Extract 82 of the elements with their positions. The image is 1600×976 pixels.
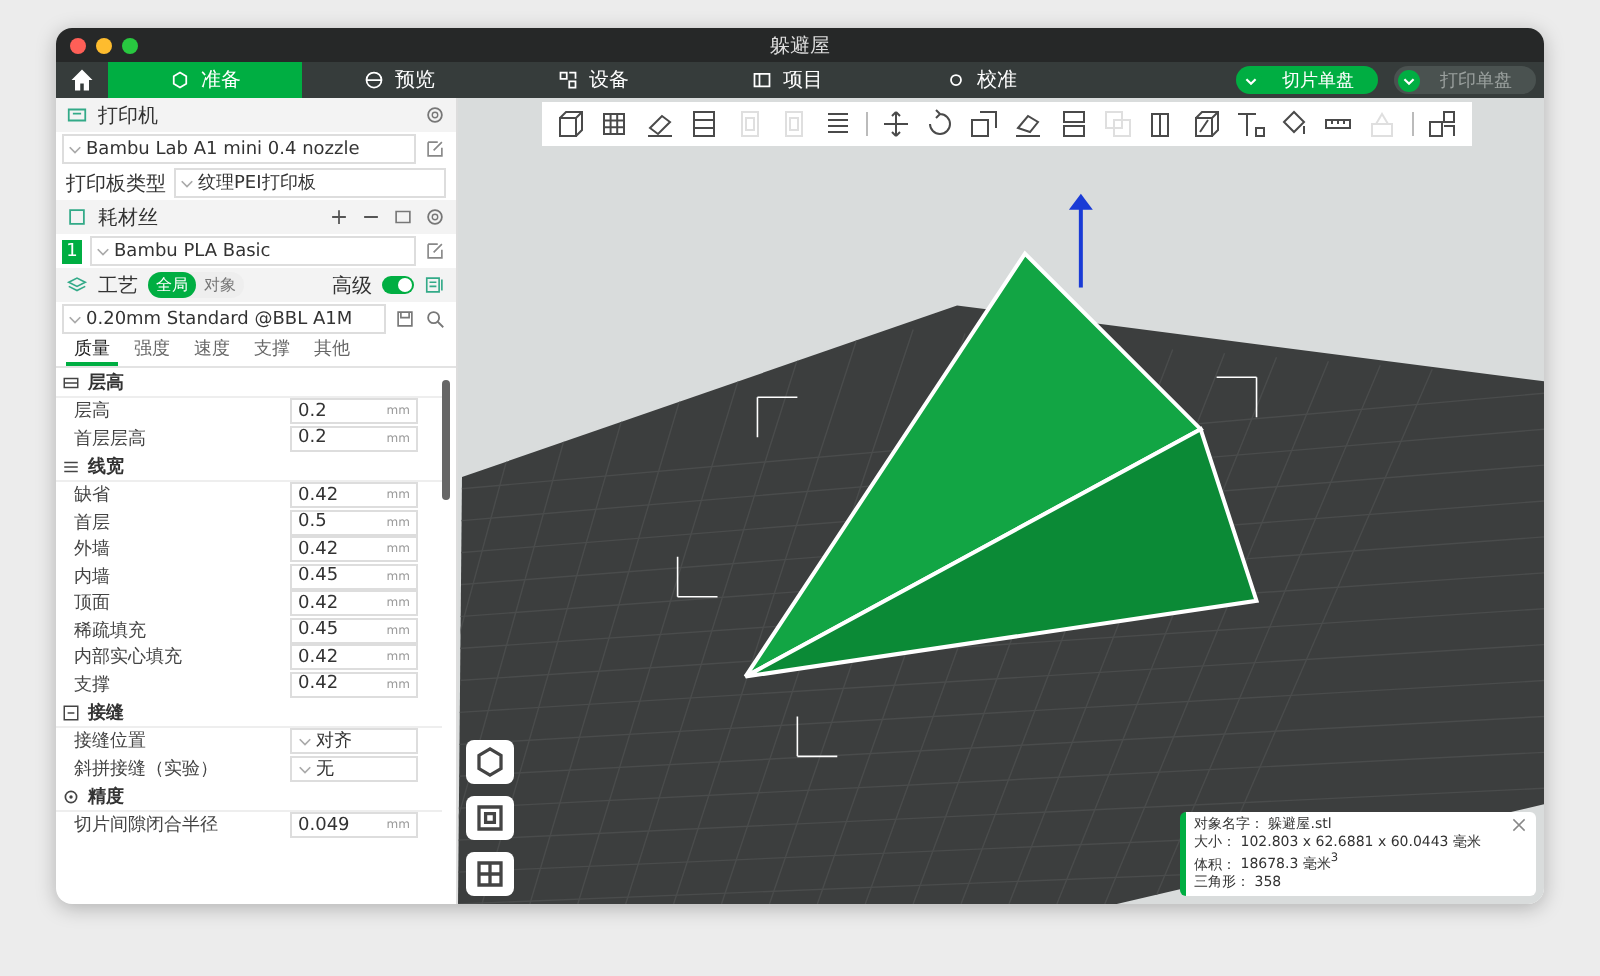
filament-index: 1	[62, 239, 82, 263]
project-tab-icon	[751, 70, 771, 90]
printer-select[interactable]: Bambu Lab A1 mini 0.4 nozzle	[62, 134, 416, 164]
plate-type-select[interactable]: 纹理PEI打印板	[174, 168, 446, 198]
settings-icon[interactable]	[424, 206, 446, 228]
paint-bucket-icon[interactable]	[1278, 108, 1311, 140]
scope-toggle[interactable]: 对象	[196, 272, 244, 298]
setting-label: 切片间隙闭合半径	[74, 813, 220, 839]
setting-label: 斜拼接缝（实验）	[74, 757, 220, 782]
device-tab-icon	[557, 70, 577, 90]
section-heading: 层高	[88, 370, 124, 395]
setting-label: 顶面	[74, 592, 112, 617]
prepare-tab-icon	[169, 70, 189, 90]
grid-icon[interactable]	[466, 852, 514, 896]
chevron-down-icon	[68, 312, 82, 326]
list-icon[interactable]	[424, 274, 446, 296]
plate-icon[interactable]	[466, 796, 514, 840]
close-window-icon[interactable]	[70, 37, 86, 53]
home-icon[interactable]	[68, 66, 96, 94]
settings-tab[interactable]: 速度	[186, 336, 238, 366]
plate-type-label: 打印板类型	[64, 171, 166, 197]
split-icon[interactable]	[1057, 108, 1090, 140]
chevron-down-icon	[180, 176, 194, 190]
cube-icon[interactable]	[1189, 108, 1222, 140]
setting-label: 层高	[74, 399, 112, 425]
setting-label: 首层	[74, 511, 112, 536]
main-tab[interactable]: 校准	[884, 62, 1078, 98]
text-icon[interactable]	[1234, 108, 1267, 140]
section-heading: 接缝	[88, 700, 124, 725]
printer-icon	[66, 104, 88, 126]
setting-label: 内墙	[74, 565, 112, 590]
section-icon	[62, 373, 80, 391]
edit-icon[interactable]	[424, 138, 446, 160]
window-title: 躲避屋	[768, 33, 832, 59]
setting-label: 支撑	[74, 673, 112, 698]
setting-label: 外墙	[74, 537, 112, 563]
setting-label: 缺省	[74, 483, 112, 509]
advanced-label: 高级	[332, 273, 372, 299]
setting-label: 接缝位置	[74, 729, 148, 755]
section-title: 打印机	[98, 103, 158, 129]
scale-icon[interactable]	[968, 108, 1001, 140]
dropdown-field[interactable]: 无	[290, 755, 418, 782]
minimize-window-icon[interactable]	[96, 37, 112, 53]
edit-icon[interactable]	[424, 240, 446, 262]
section-title: 耗材丝	[98, 205, 158, 231]
section-icon	[62, 457, 80, 475]
chevron-down-icon	[68, 142, 82, 156]
filament-icon	[66, 206, 88, 228]
move-icon[interactable]	[880, 108, 913, 140]
main-tab[interactable]: 设备	[496, 62, 690, 98]
settings-tab[interactable]: 其他	[306, 336, 358, 366]
scrollbar[interactable]	[442, 380, 450, 500]
setting-label: 稀疏填充	[74, 619, 148, 644]
settings-tab[interactable]: 质量	[66, 336, 118, 366]
section-icon	[62, 703, 80, 721]
section-title: 工艺	[98, 273, 138, 299]
zoom-window-icon[interactable]	[122, 37, 138, 53]
section-heading: 线宽	[88, 454, 124, 479]
search-icon[interactable]	[424, 308, 446, 330]
settings-tab[interactable]: 强度	[126, 336, 178, 366]
process-preset-select[interactable]: 0.20mm Standard @BBL A1M	[62, 304, 386, 334]
save-icon[interactable]	[394, 308, 416, 330]
dropdown-field[interactable]: 对齐	[290, 728, 418, 755]
setting-label: 首层层高	[74, 427, 148, 452]
add-cube-icon[interactable]	[556, 108, 589, 140]
chevron-down-icon	[96, 244, 110, 258]
calibrate-tab-icon	[945, 70, 965, 90]
main-tab[interactable]: 预览	[302, 62, 496, 98]
parts-icon[interactable]	[1425, 108, 1458, 140]
filament-select[interactable]: Bambu PLA Basic	[90, 236, 416, 266]
main-tab[interactable]: 项目	[690, 62, 884, 98]
settings-icon[interactable]	[424, 104, 446, 126]
add-icon[interactable]	[328, 206, 350, 228]
section-heading: 精度	[88, 784, 124, 809]
rotate-icon[interactable]	[924, 108, 957, 140]
advanced-switch[interactable]	[382, 276, 414, 294]
layers-icon	[66, 274, 88, 296]
close-icon[interactable]	[1510, 815, 1528, 834]
layout-icon[interactable]	[688, 108, 721, 140]
setting-label: 内部实心填充	[74, 645, 184, 671]
preview-tab-icon	[363, 70, 383, 90]
settings-tab[interactable]: 支撑	[246, 336, 298, 366]
